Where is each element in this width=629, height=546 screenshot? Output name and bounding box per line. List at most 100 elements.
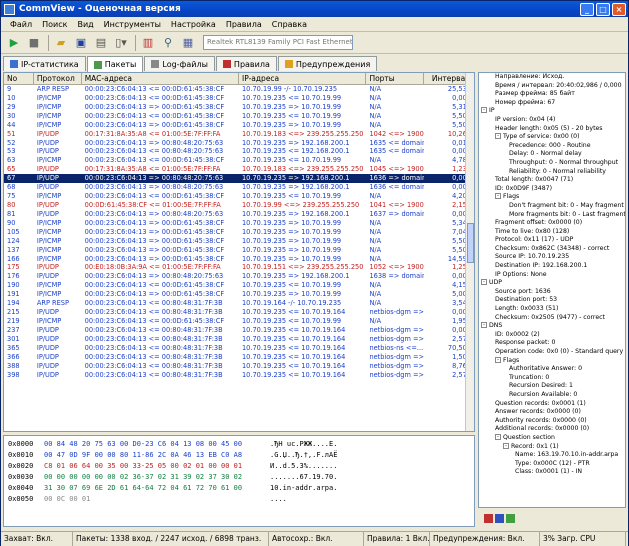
table-row[interactable]: 52 IP/UDP 00:00:23:C6:04:13 => 00:80:48:20… bbox=[4, 139, 474, 148]
tree-node[interactable]: - Flags bbox=[479, 193, 625, 202]
tree-node[interactable]: - UDP bbox=[479, 279, 625, 288]
col-ip[interactable]: IP-адреса bbox=[239, 73, 367, 84]
tree-node[interactable]: Destination IP: 192.168.200.1 bbox=[479, 262, 625, 271]
table-row[interactable]: 80 IP/UDP 00:0D:61:45:38:CF <= 01:00:5E:7F… bbox=[4, 201, 474, 210]
hex-ascii[interactable]: .......67.19.70. bbox=[270, 472, 337, 483]
log-button[interactable]: ▦ bbox=[179, 34, 197, 52]
table-row[interactable]: 10 IP/ICMP 00:00:23:C6:04:13 <= 00:0D:61:4… bbox=[4, 94, 474, 103]
tree-node[interactable]: Номер фрейма: 67 bbox=[479, 99, 625, 108]
tree-node[interactable]: Class: 0x0001 (1) - IN bbox=[479, 468, 625, 477]
table-row[interactable]: 365 IP/UDP 00:00:23:C6:04:13 <= 00:80:48:3… bbox=[4, 344, 474, 353]
menu-settings[interactable]: Настройка bbox=[166, 20, 221, 29]
table-row[interactable]: 105 IP/ICMP 00:00:23:C6:04:13 => 00:0D:61:… bbox=[4, 228, 474, 237]
table-row[interactable]: 215 IP/UDP 00:00:23:C6:04:13 <= 00:80:48:3… bbox=[4, 308, 474, 317]
table-row[interactable]: 190 IP/ICMP 00:00:23:C6:04:13 <= 00:0D:61:… bbox=[4, 281, 474, 290]
menu-tools[interactable]: Инструменты bbox=[99, 20, 166, 29]
open-folder-button[interactable]: ▰ bbox=[52, 34, 70, 52]
tab-packets[interactable]: Пакеты bbox=[86, 56, 144, 72]
tree-node[interactable]: Recursion Available: 0 bbox=[479, 391, 625, 400]
table-row[interactable]: 75 IP/ICMP 00:00:23:C6:04:13 <= 00:0D:61:4… bbox=[4, 192, 474, 201]
table-row[interactable]: 219 IP/ICMP 00:00:23:C6:04:13 <= 00:0D:61:… bbox=[4, 317, 474, 326]
save-button[interactable]: ▣ bbox=[72, 34, 90, 52]
hex-bytes[interactable]: 00 84 48 20 75 63 00 D0-23 C6 04 13 08 0… bbox=[44, 439, 270, 450]
close-button[interactable]: × bbox=[612, 2, 626, 16]
tree-node[interactable]: Размер фрейма: 85 байт bbox=[479, 90, 625, 99]
collapse-toggle-icon[interactable]: - bbox=[481, 279, 487, 286]
stop-capture-button[interactable]: ■ bbox=[25, 34, 43, 52]
table-row[interactable]: 237 IP/UDP 00:00:23:C6:04:13 <= 00:80:48:3… bbox=[4, 326, 474, 335]
col-protocol[interactable]: Протокол bbox=[34, 73, 82, 84]
tree-node[interactable]: Throughput: 0 - Normal throughput bbox=[479, 159, 625, 168]
tree-node[interactable]: Don't fragment bit: 0 - May fragment bbox=[479, 202, 625, 211]
hex-ascii[interactable]: .ЂH uc.РЖЖ....E. bbox=[270, 439, 337, 450]
table-row[interactable]: 53 IP/UDP 00:00:23:C6:04:13 <= 00:80:48:20… bbox=[4, 147, 474, 156]
menu-search[interactable]: Поиск bbox=[37, 20, 72, 29]
tree-node[interactable]: - Flags bbox=[479, 356, 625, 366]
collapse-toggle-icon[interactable]: - bbox=[481, 322, 487, 329]
table-row[interactable]: 124 IP/ICMP 00:00:23:C6:04:13 => 00:0D:61:… bbox=[4, 237, 474, 246]
table-row[interactable]: 194 ARP RESP 00:00:23:C6:04:13 <= 00:80:48… bbox=[4, 299, 474, 308]
tree-node[interactable]: Reliability: 0 - Normal reliability bbox=[479, 168, 625, 177]
hex-ascii[interactable]: .... bbox=[270, 494, 287, 505]
tree-node[interactable]: Authoritative Answer: 0 bbox=[479, 365, 625, 374]
hex-bytes[interactable]: 00 00 00 00 00 00 02 36-37 02 31 39 02 3… bbox=[44, 472, 270, 483]
tree-node[interactable]: Length: 0x0033 (51) bbox=[479, 305, 625, 314]
minimize-button[interactable]: _ bbox=[580, 2, 594, 16]
tree-node[interactable]: More fragments bit: 0 - Last fragment bbox=[479, 211, 625, 220]
table-row[interactable]: 81 IP/UDP 00:00:23:C6:04:13 => 00:80:48:20… bbox=[4, 210, 474, 219]
tree-node[interactable]: Header length: 0x05 (5) - 20 bytes bbox=[479, 125, 625, 134]
tab-alerts[interactable]: Предупреждения bbox=[277, 56, 378, 71]
tree-node[interactable]: Additional records: 0x0000 (0) bbox=[479, 425, 625, 434]
hex-bytes[interactable]: 00 47 0D 9F 00 00 80 11-86 2C 0A 46 13 E… bbox=[44, 450, 270, 461]
table-row[interactable]: 68 IP/UDP 00:00:23:C6:04:13 => 00:80:48:20… bbox=[4, 183, 474, 192]
table-row[interactable]: 388 IP/UDP 00:00:23:C6:04:13 <= 00:80:48:3… bbox=[4, 362, 474, 371]
table-row[interactable]: 366 IP/UDP 00:00:23:C6:04:13 <= 00:80:48:3… bbox=[4, 353, 474, 362]
collapse-toggle-icon[interactable]: - bbox=[495, 133, 501, 140]
menu-rules[interactable]: Правила bbox=[221, 20, 267, 29]
tree-node[interactable]: Source port: 1636 bbox=[479, 288, 625, 297]
tree-node[interactable]: Время / интервал: 20:40:02,986 / 0,000 bbox=[479, 82, 625, 91]
tree-node[interactable]: IP Options: None bbox=[479, 271, 625, 280]
start-capture-button[interactable]: ▶ bbox=[5, 34, 23, 52]
expand-icon[interactable] bbox=[484, 514, 493, 523]
tree-node[interactable]: - Question section bbox=[479, 433, 625, 443]
tab-log-files[interactable]: Log-файлы bbox=[144, 56, 215, 71]
table-row[interactable]: 30 IP/ICMP 00:00:23:C6:04:13 <= 00:0D:61:4… bbox=[4, 112, 474, 121]
maximize-button[interactable]: □ bbox=[596, 2, 610, 16]
table-row[interactable]: 44 IP/ICMP 00:00:23:C6:04:13 => 00:0D:61:4… bbox=[4, 121, 474, 130]
tree-node[interactable]: - Record: 0x1 (1) bbox=[479, 442, 625, 452]
tree-node[interactable]: Response packet: 0 bbox=[479, 339, 625, 348]
tree-node[interactable]: Operation code: 0x0 (0) - Standard query bbox=[479, 348, 625, 357]
hex-ascii[interactable]: И..d.5.3%....... bbox=[270, 461, 337, 472]
table-row[interactable]: 176 IP/UDP 00:00:23:C6:04:13 => 00:80:48:2… bbox=[4, 272, 474, 281]
tree-node[interactable]: - DNS bbox=[479, 322, 625, 331]
tree-node[interactable]: Delay: 0 - Normal delay bbox=[479, 150, 625, 159]
col-mac[interactable]: MAC-адреса bbox=[82, 73, 239, 84]
tab-rules[interactable]: Правила bbox=[215, 56, 277, 71]
tree-node[interactable]: Checksum: 0x2505 (9477) - correct bbox=[479, 314, 625, 323]
tree-node[interactable]: Total length: 0x0047 (71) bbox=[479, 176, 625, 185]
hex-bytes[interactable]: 31 30 07 69 6E 2D 61 64-64 72 04 61 72 7… bbox=[44, 483, 270, 494]
hex-bytes[interactable]: 00 0C 00 01 bbox=[44, 494, 270, 505]
view-icon[interactable] bbox=[506, 514, 515, 523]
hex-ascii[interactable]: 10.in-addr.arpa. bbox=[270, 483, 337, 494]
table-row[interactable]: 65 IP/UDP 00:17:31:8A:35:A8 <= 01:00:5E:7F… bbox=[4, 165, 474, 174]
tree-node[interactable]: Truncation: 0 bbox=[479, 374, 625, 383]
clear-button[interactable]: ▤ bbox=[92, 34, 110, 52]
scrollbar-thumb[interactable] bbox=[467, 223, 474, 263]
collapse-toggle-icon[interactable]: - bbox=[495, 433, 501, 440]
table-row[interactable]: 175 IP/UDP 00:E0:18:0B:3A:9A <= 01:00:5E:7… bbox=[4, 263, 474, 272]
tree-node[interactable]: Answer records: 0x0000 (0) bbox=[479, 408, 625, 417]
table-row[interactable]: 90 IP/ICMP 00:00:23:C6:04:13 => 00:0D:61:4… bbox=[4, 219, 474, 228]
menu-help[interactable]: Справка bbox=[267, 20, 312, 29]
table-row[interactable]: 63 IP/ICMP 00:00:23:C6:04:13 <= 00:0D:61:4… bbox=[4, 156, 474, 165]
tree-node[interactable]: Source IP: 10.70.19.235 bbox=[479, 253, 625, 262]
tree-node[interactable]: Authority records: 0x0000 (0) bbox=[479, 417, 625, 426]
tree-node[interactable]: Question records: 0x0001 (1) bbox=[479, 400, 625, 409]
collapse-icon[interactable] bbox=[495, 514, 504, 523]
packet-table-scrollbar[interactable] bbox=[465, 73, 474, 431]
hex-bytes[interactable]: C8 01 06 64 00 35 00 33-25 05 00 02 01 0… bbox=[44, 461, 270, 472]
table-row[interactable]: 191 IP/ICMP 00:00:23:C6:04:13 => 00:0D:61:… bbox=[4, 290, 474, 299]
table-row[interactable]: 301 IP/UDP 00:00:23:C6:04:13 <= 00:80:48:3… bbox=[4, 335, 474, 344]
table-row[interactable]: 67 IP/UDP 00:00:23:C6:04:13 => 00:80:48:20… bbox=[4, 174, 474, 184]
